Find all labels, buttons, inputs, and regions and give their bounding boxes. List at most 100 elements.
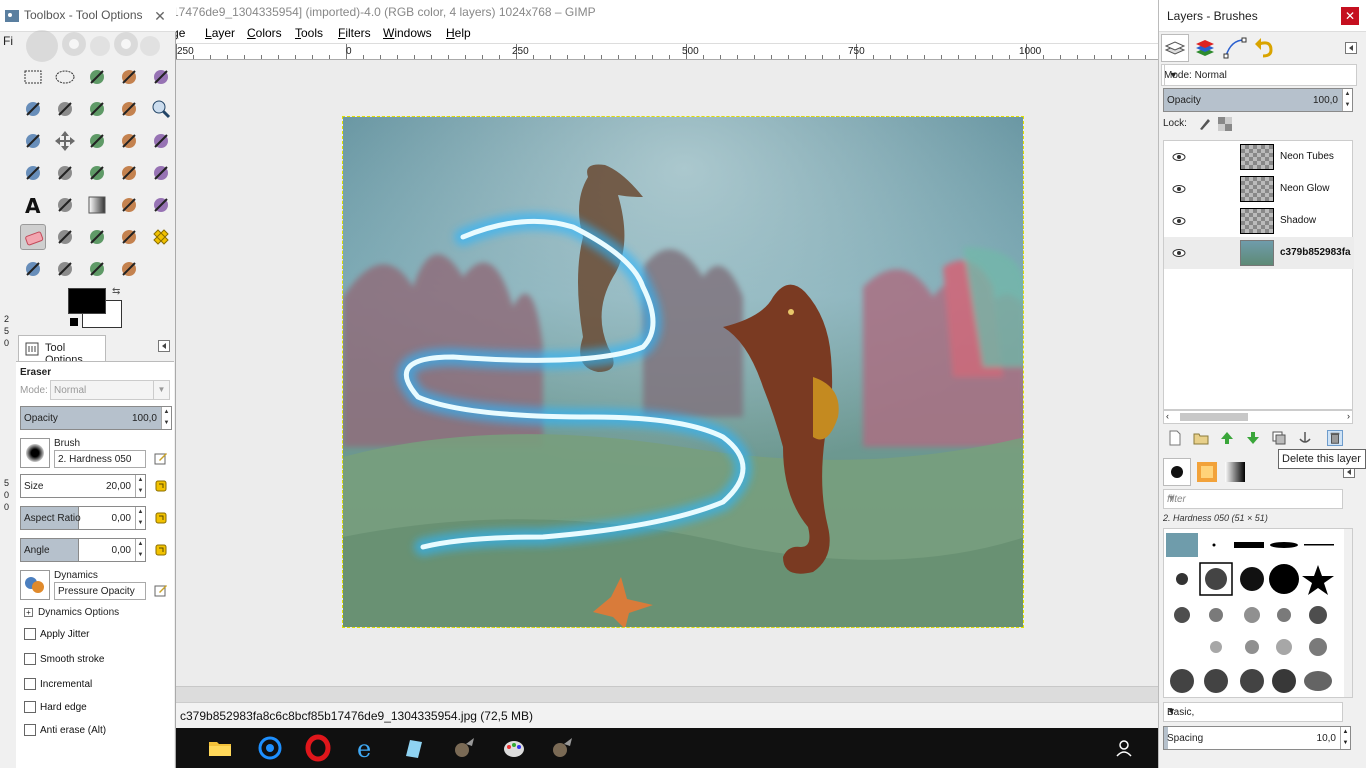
reset-size-icon[interactable] — [154, 479, 168, 493]
brush-preview-button[interactable] — [20, 438, 50, 468]
reset-aspect-icon[interactable] — [154, 511, 168, 525]
scale-tool-icon[interactable] — [20, 160, 46, 186]
scissors-select-tool-icon[interactable] — [20, 96, 46, 122]
new-layer-group-icon[interactable] — [1193, 430, 1209, 446]
foreground-select-tool-icon[interactable] — [52, 96, 78, 122]
airbrush-tool-icon[interactable] — [52, 224, 78, 250]
paintbrush-tool-icon[interactable] — [148, 192, 174, 218]
layer-list-scrollbar[interactable]: ‹ › — [1163, 410, 1353, 424]
internet-explorer-icon[interactable]: e — [352, 734, 380, 762]
horizontal-ruler[interactable]: 250 0 250 500 750 1000 — [176, 44, 1158, 60]
paint-icon[interactable] — [500, 734, 528, 762]
layer-row-shadow[interactable]: Shadow — [1164, 205, 1354, 237]
layers-close-button[interactable]: ✕ — [1341, 7, 1359, 25]
spin-arrows-icon[interactable]: ▲ ▼ — [1342, 89, 1352, 111]
spin-arrows-icon[interactable]: ▲ ▼ — [161, 407, 171, 429]
blur-tool-icon[interactable] — [52, 256, 78, 282]
gimp-second-icon[interactable] — [548, 734, 576, 762]
smudge-tool-icon[interactable] — [84, 256, 110, 282]
fg-bg-color-swatch[interactable]: ⇆ — [68, 286, 124, 330]
brush-grid[interactable] — [1163, 528, 1353, 698]
fuzzy-select-tool-icon[interactable] — [116, 64, 142, 90]
tab-paths[interactable] — [1221, 34, 1249, 62]
paths-tool-icon[interactable] — [84, 96, 110, 122]
menu-help[interactable]: Help — [446, 26, 471, 40]
ellipse-select-tool-icon[interactable] — [52, 64, 78, 90]
opera-icon[interactable] — [304, 734, 332, 762]
menu-tools[interactable]: Tools — [295, 26, 323, 40]
tab-channels[interactable] — [1191, 34, 1219, 62]
ink-tool-icon[interactable] — [84, 224, 110, 250]
mode-select[interactable]: Normal ▼ — [50, 380, 170, 400]
duplicate-layer-icon[interactable] — [1271, 430, 1287, 446]
lower-layer-icon[interactable] — [1245, 430, 1261, 446]
menu-colors[interactable]: Colors — [247, 26, 282, 40]
toolbox-close-button[interactable]: ✕ — [150, 6, 170, 26]
measure-tool-icon[interactable] — [20, 128, 46, 154]
default-colors-icon[interactable] — [70, 318, 78, 326]
lock-alpha-icon[interactable] — [1217, 116, 1233, 132]
incremental-checkbox[interactable] — [24, 678, 36, 690]
tab-gradients[interactable] — [1221, 458, 1249, 486]
dynamics-options-expander[interactable]: Dynamics Options — [38, 607, 119, 618]
opacity-spinner[interactable]: Opacity 100,0 ▲ ▼ — [20, 406, 172, 430]
delete-layer-icon[interactable] — [1327, 430, 1343, 446]
menu-layer[interactable]: Layer — [205, 26, 235, 40]
layer-mode-select[interactable]: Mode: Normal ▼ — [1161, 64, 1357, 86]
clone-tool-icon[interactable] — [116, 224, 142, 250]
zoom-tool-icon[interactable] — [148, 96, 174, 122]
dynamics-field[interactable]: Pressure Opacity — [54, 582, 146, 600]
cage-tool-icon[interactable] — [148, 160, 174, 186]
edit-brush-icon[interactable] — [154, 451, 168, 465]
perspective-clone-tool-icon[interactable] — [20, 256, 46, 282]
menu-windows[interactable]: Windows — [383, 26, 432, 40]
pencil-tool-icon[interactable] — [116, 192, 142, 218]
dodge-burn-tool-icon[interactable] — [116, 256, 142, 282]
reset-angle-icon[interactable] — [154, 543, 168, 557]
size-spinner[interactable]: Size 20,00 ▲ ▼ — [20, 474, 146, 498]
eye-icon[interactable] — [1172, 150, 1186, 164]
layer-row-background[interactable]: c379b852983fa — [1164, 237, 1354, 269]
angle-spinner[interactable]: Angle 0,00 ▲ ▼ — [20, 538, 146, 562]
eye-icon[interactable] — [1172, 182, 1186, 196]
tab-brushes[interactable] — [1163, 458, 1191, 486]
layer-row-neon-tubes[interactable]: Neon Tubes — [1164, 141, 1354, 173]
expand-icon[interactable]: + — [24, 608, 33, 617]
notepad-icon[interactable] — [400, 734, 428, 762]
heal-tool-icon[interactable] — [148, 224, 174, 250]
dynamics-button[interactable] — [20, 570, 50, 600]
crop-tool-icon[interactable] — [116, 128, 142, 154]
tab-undo-history[interactable] — [1251, 34, 1279, 62]
layer-opacity-spinner[interactable]: Opacity 100,0 ▲ ▼ — [1163, 88, 1353, 112]
tab-patterns[interactable] — [1193, 458, 1221, 486]
hard-edge-checkbox[interactable] — [24, 701, 36, 713]
brush-name-field[interactable]: 2. Hardness 050 — [54, 450, 146, 468]
horizontal-scrollbar[interactable] — [176, 686, 1158, 702]
eraser-tool-icon[interactable] — [20, 224, 46, 250]
canvas-area[interactable] — [176, 60, 1158, 686]
eye-icon[interactable] — [1172, 214, 1186, 228]
foreground-color[interactable] — [68, 288, 106, 314]
configure-tab-icon[interactable] — [1345, 42, 1357, 54]
rotate-tool-icon[interactable] — [148, 128, 174, 154]
shear-tool-icon[interactable] — [52, 160, 78, 186]
new-layer-icon[interactable] — [1167, 430, 1183, 446]
spin-arrows-icon[interactable]: ▲ ▼ — [135, 475, 145, 497]
spacing-spinner[interactable]: Spacing 10,0 ▲ ▼ — [1163, 726, 1351, 750]
eye-icon[interactable] — [1172, 246, 1186, 260]
rect-select-tool-icon[interactable] — [20, 64, 46, 90]
bucket-fill-tool-icon[interactable] — [52, 192, 78, 218]
aspect-ratio-spinner[interactable]: Aspect Ratio 0,00 ▲ ▼ — [20, 506, 146, 530]
color-picker-tool-icon[interactable] — [116, 96, 142, 122]
blend-tool-icon[interactable] — [84, 192, 110, 218]
menu-filters[interactable]: Filters — [338, 26, 371, 40]
spin-arrows-icon[interactable]: ▲ ▼ — [135, 507, 145, 529]
configure-tab-icon[interactable] — [158, 340, 170, 352]
layers-titlebar[interactable]: Layers - Brushes ✕ — [1159, 0, 1366, 32]
file-explorer-icon[interactable] — [206, 734, 234, 762]
image-canvas[interactable] — [342, 116, 1024, 628]
raise-layer-icon[interactable] — [1219, 430, 1235, 446]
chevron-down-icon[interactable]: ▼ — [1167, 493, 1338, 503]
anti-erase-checkbox[interactable] — [24, 724, 36, 736]
brush-filter-input[interactable]: filter ▼ — [1163, 489, 1343, 509]
